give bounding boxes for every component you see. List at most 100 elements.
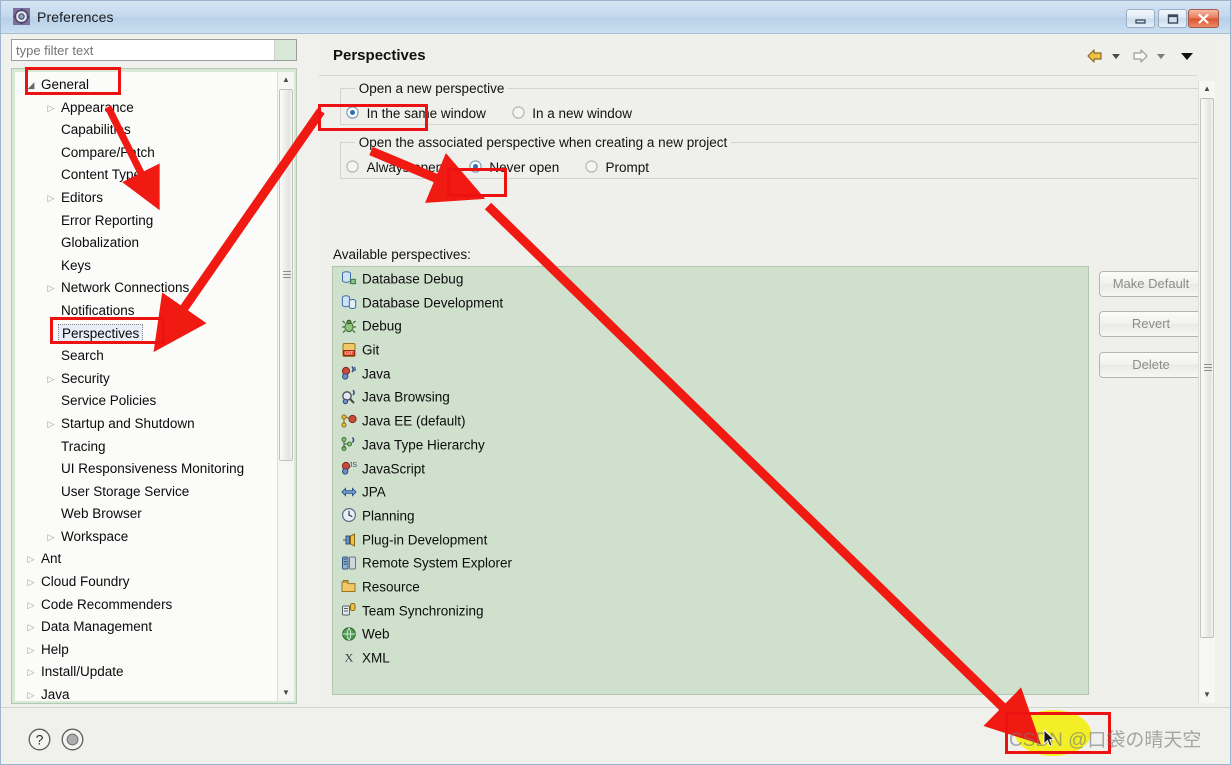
label-in-a-new-window[interactable]: In a new window — [532, 106, 632, 121]
perspective-row[interactable]: Java Type Hierarchy — [333, 433, 1088, 457]
radio-in-the-same-window[interactable] — [346, 106, 359, 119]
tree-item-security[interactable]: ▷ Security — [15, 368, 275, 391]
search-input[interactable] — [12, 40, 274, 60]
help-question-icon[interactable]: ? — [28, 728, 51, 751]
tree-item-appearance[interactable]: ▷ Appearance — [15, 97, 275, 120]
delete-button[interactable]: Delete — [1099, 352, 1203, 378]
perspective-row[interactable]: Resource — [333, 575, 1088, 599]
tree-item-install-update[interactable]: ▷ Install/Update — [15, 661, 275, 684]
chevron-right-icon[interactable]: ▷ — [24, 571, 38, 594]
radio-in-a-new-window[interactable] — [511, 106, 525, 119]
radio-always-open[interactable] — [346, 160, 359, 173]
tree-item-search[interactable]: Search — [15, 345, 275, 368]
perspective-row[interactable]: Debug — [333, 314, 1088, 338]
radio-prompt[interactable] — [585, 160, 598, 173]
perspective-row[interactable]: Java Browsing — [333, 385, 1088, 409]
tree-item-tracing[interactable]: Tracing — [15, 436, 275, 459]
maximize-button[interactable] — [1158, 9, 1187, 28]
svg-text:?: ? — [36, 732, 44, 748]
perspective-row[interactable]: JPA — [333, 480, 1088, 504]
perspective-row[interactable]: Java EE (default) — [333, 409, 1088, 433]
page-scrollbar-thumb[interactable] — [1200, 98, 1214, 638]
page-scroll-up-icon[interactable]: ▲ — [1199, 81, 1215, 97]
chevron-right-icon[interactable]: ▷ — [44, 187, 58, 210]
forward-arrow-icon[interactable] — [1130, 46, 1150, 69]
perspective-row[interactable]: Team Synchronizing — [333, 599, 1088, 623]
tree-item-data-management[interactable]: ▷ Data Management — [15, 616, 275, 639]
chevron-right-icon[interactable]: ▷ — [44, 97, 58, 120]
tree-item-compare-patch[interactable]: Compare/Patch — [15, 142, 275, 165]
scroll-up-icon[interactable]: ▲ — [278, 72, 294, 88]
preferences-tree[interactable]: ◢ General ▷ Appearance Capabilities Compare/P… — [15, 72, 294, 701]
tree-item-web-browser[interactable]: Web Browser — [15, 503, 275, 526]
tree-item-keys[interactable]: Keys — [15, 255, 275, 278]
tree-item-globalization[interactable]: Globalization — [15, 232, 275, 255]
perspective-row[interactable]: Web — [333, 622, 1088, 646]
record-circle-icon[interactable] — [61, 728, 84, 751]
chevron-right-icon[interactable]: ▷ — [24, 616, 38, 639]
chevron-right-icon[interactable]: ▷ — [44, 368, 58, 391]
radio-never-open[interactable] — [469, 160, 482, 173]
tree-item-ant[interactable]: ▷ Ant — [15, 548, 275, 571]
back-dropdown-icon[interactable] — [1109, 46, 1123, 69]
planning-clock-icon — [341, 507, 357, 523]
forward-dropdown-icon[interactable] — [1154, 46, 1168, 69]
tree-item-label: Startup and Shutdown — [61, 415, 195, 431]
scroll-down-icon[interactable]: ▼ — [278, 685, 294, 701]
page-scrollbar[interactable]: ▲ ▼ — [1198, 81, 1215, 703]
tree-item-network-connections[interactable]: ▷ Network Connections — [15, 277, 275, 300]
tree-item-perspectives[interactable]: Perspectives — [15, 323, 275, 346]
tree-item-content-types[interactable]: Content Types — [15, 164, 275, 187]
label-never-open[interactable]: Never open — [489, 160, 559, 175]
perspective-row[interactable]: Remote System Explorer — [333, 551, 1088, 575]
label-always-open[interactable]: Always open — [367, 160, 444, 175]
chevron-right-icon[interactable]: ▷ — [24, 684, 38, 701]
tree-scrollbar-thumb[interactable] — [279, 89, 293, 461]
tree-item-code-recommenders[interactable]: ▷ Code Recommenders — [15, 594, 275, 617]
chevron-down-icon[interactable]: ◢ — [24, 74, 38, 97]
tree-item-service-policies[interactable]: Service Policies — [15, 390, 275, 413]
tree-item-capabilities[interactable]: Capabilities — [15, 119, 275, 142]
tree-item-help[interactable]: ▷ Help — [15, 639, 275, 662]
make-default-button[interactable]: Make Default — [1099, 271, 1203, 297]
tree-scrollbar[interactable]: ▲ ▼ — [277, 72, 294, 701]
available-perspectives-list[interactable]: Database Debug Database Development Debug G… — [332, 266, 1089, 695]
chevron-right-icon[interactable]: ▷ — [24, 594, 38, 617]
perspective-row[interactable]: Plug-in Development — [333, 528, 1088, 552]
revert-button[interactable]: Revert — [1099, 311, 1203, 337]
page-scroll-down-icon[interactable]: ▼ — [1199, 687, 1215, 703]
xml-icon: X — [341, 649, 357, 665]
chevron-right-icon[interactable]: ▷ — [44, 413, 58, 436]
tree-item-label: Security — [61, 370, 110, 386]
chevron-right-icon[interactable]: ▷ — [24, 548, 38, 571]
perspective-row[interactable]: X XML — [333, 646, 1088, 670]
perspective-row[interactable]: Database Debug — [333, 267, 1088, 291]
menu-dropdown-icon[interactable] — [1179, 46, 1195, 69]
perspective-row[interactable]: GIT Git — [333, 338, 1088, 362]
tree-item-java[interactable]: ▷ Java — [15, 684, 275, 701]
debug-bug-icon — [341, 318, 357, 334]
perspective-row[interactable]: JS JavaScript — [333, 457, 1088, 481]
chevron-right-icon[interactable]: ▷ — [44, 277, 58, 300]
back-arrow-icon[interactable] — [1085, 46, 1105, 69]
tree-item-editors[interactable]: ▷ Editors — [15, 187, 275, 210]
tree-item-cloud-foundry[interactable]: ▷ Cloud Foundry — [15, 571, 275, 594]
tree-item-user-storage-service[interactable]: User Storage Service — [15, 481, 275, 504]
tree-item-error-reporting[interactable]: Error Reporting — [15, 210, 275, 233]
tree-item-notifications[interactable]: Notifications — [15, 300, 275, 323]
chevron-right-icon[interactable]: ▷ — [44, 526, 58, 549]
chevron-right-icon[interactable]: ▷ — [24, 661, 38, 684]
tree-item-general[interactable]: ◢ General — [15, 74, 275, 97]
close-button[interactable] — [1188, 9, 1219, 28]
perspective-row[interactable]: Java — [333, 362, 1088, 386]
tree-item-startup-and-shutdown[interactable]: ▷ Startup and Shutdown — [15, 413, 275, 436]
tree-item-workspace[interactable]: ▷ Workspace — [15, 526, 275, 549]
label-in-the-same-window[interactable]: In the same window — [367, 106, 486, 121]
perspective-row[interactable]: Planning — [333, 504, 1088, 528]
label-prompt[interactable]: Prompt — [605, 160, 649, 175]
perspective-row[interactable]: Database Development — [333, 291, 1088, 315]
clear-filter-button[interactable] — [274, 40, 296, 60]
minimize-button[interactable] — [1126, 9, 1155, 28]
chevron-right-icon[interactable]: ▷ — [24, 639, 38, 662]
tree-item-ui-responsiveness-monitoring[interactable]: UI Responsiveness Monitoring — [15, 458, 275, 481]
